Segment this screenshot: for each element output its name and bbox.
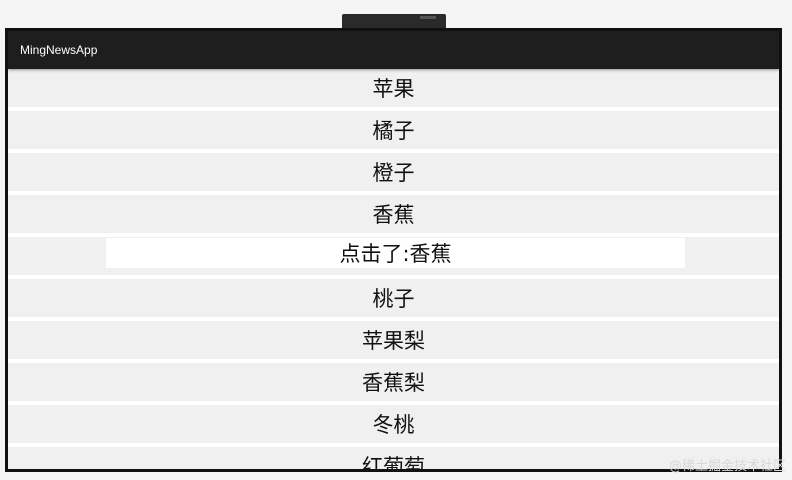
list-item[interactable]: 香蕉 — [8, 195, 779, 233]
list-item[interactable]: 橘子 — [8, 111, 779, 149]
list-item[interactable]: 橙子 — [8, 153, 779, 191]
list-item[interactable]: 桃子 — [8, 279, 779, 317]
device-screen: MingNewsApp 苹果 橘子 橙子 香蕉 梨 桃子 苹果梨 香蕉梨 冬桃 … — [5, 28, 782, 472]
list-item[interactable]: 冬桃 — [8, 405, 779, 443]
watermark: @稀土掘金技术社区 — [668, 459, 786, 474]
app-title: MingNewsApp — [20, 43, 98, 57]
toast-message: 点击了:香蕉 — [106, 238, 685, 268]
app-bar: MingNewsApp — [8, 31, 779, 69]
fruit-list[interactable]: 苹果 橘子 橙子 香蕉 梨 桃子 苹果梨 香蕉梨 冬桃 红葡萄 — [8, 69, 779, 469]
list-item[interactable]: 苹果梨 — [8, 321, 779, 359]
list-item[interactable]: 红葡萄 — [8, 447, 779, 469]
list-item[interactable]: 香蕉梨 — [8, 363, 779, 401]
list-item[interactable]: 苹果 — [8, 69, 779, 107]
